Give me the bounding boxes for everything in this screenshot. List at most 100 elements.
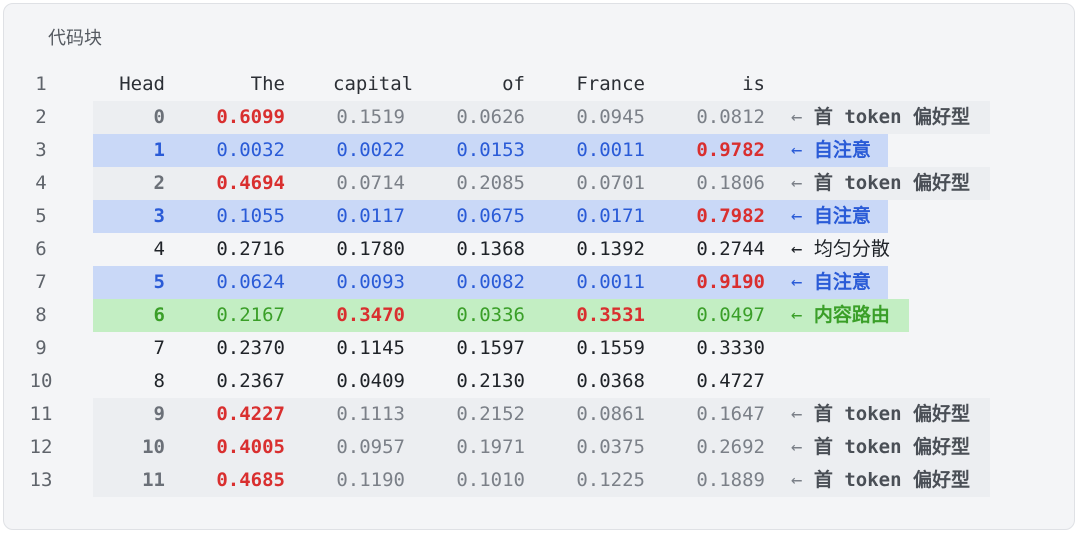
data-row: 8 6 0.2167 0.3470 0.0336 0.3531 0.0497 ← 内容路由 — [4, 299, 1076, 332]
attention-value-cell: 0.1647 — [696, 403, 765, 425]
row-annotation: ← 自注意 — [791, 200, 871, 233]
annotation-text: 首 token 偏好型 — [813, 403, 970, 425]
data-row: 5 3 0.1055 0.0117 0.0675 0.0171 0.7982 ← 自注意 — [4, 200, 1076, 233]
row-annotation: ← 首 token 偏好型 — [791, 464, 970, 497]
attention-value-cell: 0.1889 — [696, 469, 765, 491]
header-row: 1 Head The capital of France is — [4, 68, 1076, 101]
attention-value-cell: 0.2370 — [216, 337, 285, 359]
attention-value-cell: 0.9782 — [696, 139, 765, 161]
attention-value-cell: 0.0626 — [456, 106, 525, 128]
head-index-cell: Head — [119, 73, 165, 95]
head-index-cell: 1 — [153, 139, 165, 161]
head-index-cell: 8 — [153, 370, 165, 392]
attention-value-cell: 0.0624 — [216, 271, 285, 293]
attention-value-cell: is — [742, 73, 765, 95]
annotation-text: 均匀分散 — [813, 238, 890, 260]
annotation-text: 首 token 偏好型 — [813, 469, 970, 491]
line-number: 4 — [35, 172, 47, 194]
attention-value-cell: 0.2152 — [456, 403, 525, 425]
data-row: 10 8 0.2367 0.0409 0.2130 0.0368 0.4727 — [4, 365, 1076, 398]
line-number: 5 — [35, 205, 47, 227]
head-index-cell: 7 — [153, 337, 165, 359]
head-index-cell: 11 — [142, 469, 165, 491]
attention-value-cell: 0.1225 — [576, 469, 645, 491]
head-index-cell: 9 — [153, 403, 165, 425]
attention-value-cell: 0.0153 — [456, 139, 525, 161]
attention-value-cell: 0.0861 — [576, 403, 645, 425]
line-number: 12 — [29, 436, 53, 458]
line-number: 10 — [29, 370, 53, 392]
attention-value-cell: capital — [333, 73, 414, 95]
code-block-card: 代码块 1 Head The capital of France is 2 0 0.6099 0.1… — [3, 3, 1075, 530]
attention-value-cell: 0.0368 — [576, 370, 645, 392]
left-arrow-icon: ← — [791, 271, 814, 293]
attention-value-cell: 0.0082 — [456, 271, 525, 293]
line-number: 1 — [35, 73, 47, 95]
code-block-title: 代码块 — [48, 28, 102, 49]
annotation-text: 自注意 — [813, 271, 871, 293]
attention-value-cell: 0.2692 — [696, 436, 765, 458]
left-arrow-icon: ← — [791, 205, 814, 227]
row-annotation: ← 首 token 偏好型 — [791, 398, 970, 431]
attention-value-cell: 0.1559 — [576, 337, 645, 359]
annotation-text: 自注意 — [813, 205, 871, 227]
head-index-cell: 4 — [153, 238, 165, 260]
attention-value-cell: 0.4227 — [216, 403, 285, 425]
data-row: 4 2 0.4694 0.0714 0.2085 0.0701 0.1806 ← 首 toke… — [4, 167, 1076, 200]
head-index-cell: 5 — [153, 271, 165, 293]
row-annotation: ← 首 token 偏好型 — [791, 431, 970, 464]
attention-value-cell: of — [502, 73, 525, 95]
line-number: 7 — [35, 271, 47, 293]
data-row: 2 0 0.6099 0.1519 0.0626 0.0945 0.0812 ← 首 toke… — [4, 101, 1076, 134]
attention-value-cell: 0.0171 — [576, 205, 645, 227]
attention-value-cell: 0.4685 — [216, 469, 285, 491]
attention-value-cell: 0.4727 — [696, 370, 765, 392]
line-number: 3 — [35, 139, 47, 161]
head-index-cell: 2 — [153, 172, 165, 194]
attention-value-cell: 0.1010 — [456, 469, 525, 491]
line-number: 13 — [29, 469, 53, 491]
head-index-cell: 0 — [153, 106, 165, 128]
data-row: 13 11 0.4685 0.1190 0.1010 0.1225 0.1889 ← 首 to… — [4, 464, 1076, 497]
annotation-text: 首 token 偏好型 — [813, 106, 970, 128]
left-arrow-icon: ← — [791, 106, 814, 128]
attention-value-cell: 0.2130 — [456, 370, 525, 392]
attention-value-cell: 0.2716 — [216, 238, 285, 260]
attention-value-cell: 0.6099 — [216, 106, 285, 128]
attention-value-cell: 0.0497 — [696, 304, 765, 326]
left-arrow-icon: ← — [791, 436, 814, 458]
attention-value-cell: 0.0701 — [576, 172, 645, 194]
head-index-cell: 6 — [153, 304, 165, 326]
attention-value-cell: 0.0011 — [576, 271, 645, 293]
left-arrow-icon: ← — [791, 139, 814, 161]
left-arrow-icon: ← — [791, 469, 814, 491]
line-number: 8 — [35, 304, 47, 326]
head-index-cell: 10 — [142, 436, 165, 458]
attention-value-cell: 0.7982 — [696, 205, 765, 227]
data-row: 7 5 0.0624 0.0093 0.0082 0.0011 0.9190 ← 自注意 — [4, 266, 1076, 299]
attention-value-cell: 0.1368 — [456, 238, 525, 260]
line-number: 2 — [35, 106, 47, 128]
row-annotation: ← 均匀分散 — [791, 233, 890, 266]
attention-value-cell: 0.4005 — [216, 436, 285, 458]
attention-value-cell: 0.0032 — [216, 139, 285, 161]
annotation-text: 首 token 偏好型 — [813, 172, 970, 194]
line-number: 9 — [35, 337, 47, 359]
attention-value-cell: 0.2167 — [216, 304, 285, 326]
attention-value-cell: 0.2085 — [456, 172, 525, 194]
row-annotation: ← 自注意 — [791, 266, 871, 299]
attention-value-cell: 0.1055 — [216, 205, 285, 227]
attention-value-cell: 0.1113 — [336, 403, 405, 425]
data-row: 9 7 0.2370 0.1145 0.1597 0.1559 0.3330 — [4, 332, 1076, 365]
attention-value-cell: 0.2367 — [216, 370, 285, 392]
attention-value-cell: 0.0117 — [336, 205, 405, 227]
attention-value-cell: 0.1806 — [696, 172, 765, 194]
attention-value-cell: 0.9190 — [696, 271, 765, 293]
attention-value-cell: 0.1392 — [576, 238, 645, 260]
attention-value-cell: 0.2744 — [696, 238, 765, 260]
head-index-cell: 3 — [153, 205, 165, 227]
attention-value-cell: 0.0945 — [576, 106, 645, 128]
attention-value-cell: 0.4694 — [216, 172, 285, 194]
data-row: 6 4 0.2716 0.1780 0.1368 0.1392 0.2744 ← 均匀分散 — [4, 233, 1076, 266]
attention-value-cell: 0.1971 — [456, 436, 525, 458]
